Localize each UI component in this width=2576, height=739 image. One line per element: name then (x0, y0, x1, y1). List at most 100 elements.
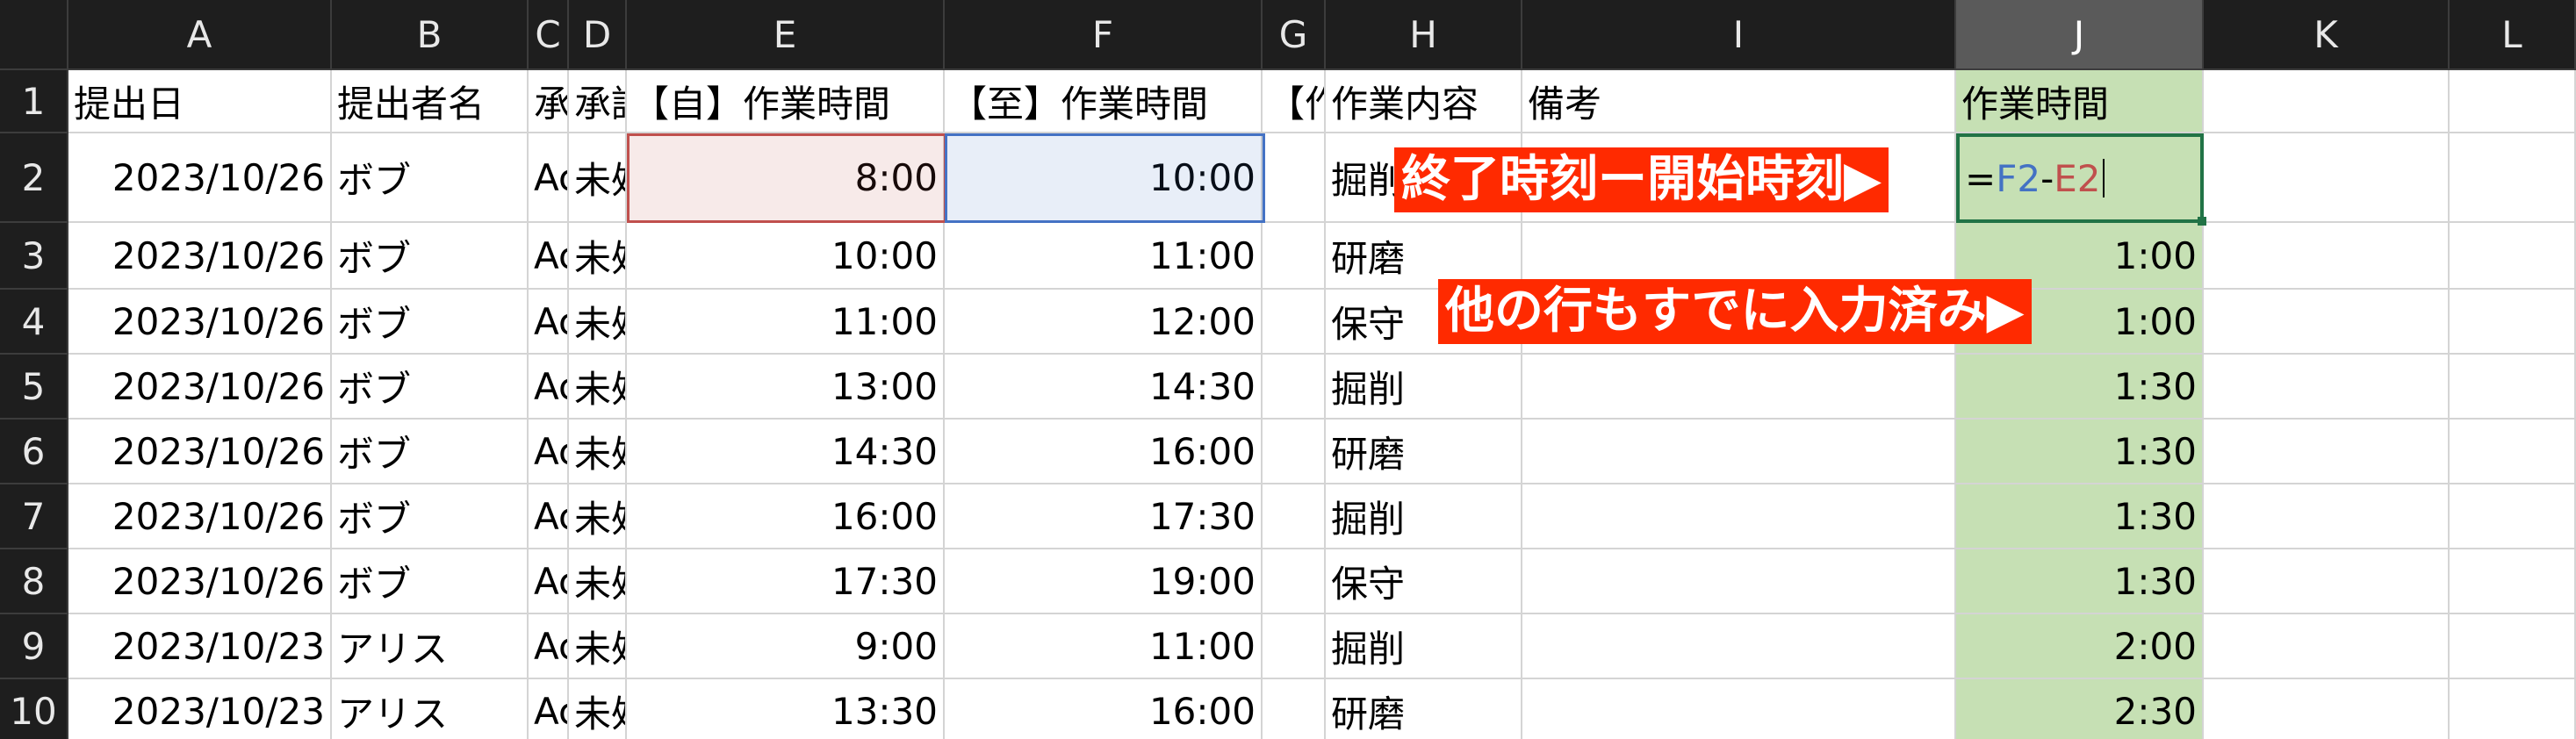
cell-e9[interactable]: 9:00 (627, 614, 945, 679)
cell-b1[interactable]: 提出者名 (332, 70, 529, 133)
select-all-corner[interactable] (0, 0, 68, 70)
cell-h8[interactable]: 保守 (1326, 549, 1522, 614)
cell-c5[interactable]: Ac (529, 355, 569, 420)
cell-f1[interactable]: 【至】作業時間 (945, 70, 1263, 133)
cell-g2[interactable] (1263, 133, 1326, 223)
row-header-9[interactable]: 9 (0, 614, 68, 679)
cell-k6[interactable] (2204, 420, 2450, 484)
cell-c1[interactable]: 承 (529, 70, 569, 133)
cell-e8[interactable]: 17:30 (627, 549, 945, 614)
cell-f6[interactable]: 16:00 (945, 420, 1263, 484)
cell-g5[interactable] (1263, 355, 1326, 420)
cell-f8[interactable]: 19:00 (945, 549, 1263, 614)
row-header-10[interactable]: 10 (0, 679, 68, 739)
column-header-l[interactable]: L (2450, 0, 2576, 70)
cell-f4[interactable]: 12:00 (945, 290, 1263, 355)
cell-b4[interactable]: ボブ (332, 290, 529, 355)
cell-a6[interactable]: 2023/10/26 (68, 420, 332, 484)
cell-i8[interactable] (1522, 549, 1956, 614)
cell-e1[interactable]: 【自】作業時間 (627, 70, 945, 133)
cell-k5[interactable] (2204, 355, 2450, 420)
column-header-g[interactable]: G (1263, 0, 1326, 70)
cell-g10[interactable] (1263, 679, 1326, 739)
column-header-c[interactable]: C (529, 0, 569, 70)
cell-c2[interactable]: Ac (529, 133, 569, 223)
cell-c10[interactable]: Ac (529, 679, 569, 739)
cell-a1[interactable]: 提出日 (68, 70, 332, 133)
row-header-5[interactable]: 5 (0, 355, 68, 420)
cell-l1[interactable] (2450, 70, 2576, 133)
cell-j10[interactable]: 2:30 (1956, 679, 2204, 739)
cell-g7[interactable] (1263, 484, 1326, 549)
cell-l8[interactable] (2450, 549, 2576, 614)
cell-g9[interactable] (1263, 614, 1326, 679)
cell-a2[interactable]: 2023/10/26 (68, 133, 332, 223)
cell-j5[interactable]: 1:30 (1956, 355, 2204, 420)
active-cell-J2[interactable]: = F2- E2 (1956, 133, 2204, 223)
cell-i10[interactable] (1522, 679, 1956, 739)
cell-i1[interactable]: 備考 (1522, 70, 1956, 133)
row-header-4[interactable]: 4 (0, 290, 68, 355)
column-header-j[interactable]: J (1956, 0, 2204, 70)
cell-f5[interactable]: 14:30 (945, 355, 1263, 420)
cell-i7[interactable] (1522, 484, 1956, 549)
cell-b10[interactable]: アリス (332, 679, 529, 739)
column-header-a[interactable]: A (68, 0, 332, 70)
cell-h5[interactable]: 掘削 (1326, 355, 1522, 420)
cell-a9[interactable]: 2023/10/23 (68, 614, 332, 679)
cell-g3[interactable] (1263, 223, 1326, 290)
cell-j9[interactable]: 2:00 (1956, 614, 2204, 679)
cell-l10[interactable] (2450, 679, 2576, 739)
cell-l4[interactable] (2450, 290, 2576, 355)
cell-b5[interactable]: ボブ (332, 355, 529, 420)
cell-e4[interactable]: 11:00 (627, 290, 945, 355)
cell-d4[interactable]: 未処 (569, 290, 627, 355)
cell-l7[interactable] (2450, 484, 2576, 549)
cell-a3[interactable]: 2023/10/26 (68, 223, 332, 290)
cell-d7[interactable]: 未処 (569, 484, 627, 549)
cell-j7[interactable]: 1:30 (1956, 484, 2204, 549)
cell-l6[interactable] (2450, 420, 2576, 484)
cell-d8[interactable]: 未処 (569, 549, 627, 614)
cell-l3[interactable] (2450, 223, 2576, 290)
cell-b7[interactable]: ボブ (332, 484, 529, 549)
cell-a8[interactable]: 2023/10/26 (68, 549, 332, 614)
row-header-3[interactable]: 3 (0, 223, 68, 290)
cell-b2[interactable]: ボブ (332, 133, 529, 223)
cell-c4[interactable]: Ac (529, 290, 569, 355)
cell-c3[interactable]: Ac (529, 223, 569, 290)
cell-e6[interactable]: 14:30 (627, 420, 945, 484)
row-header-7[interactable]: 7 (0, 484, 68, 549)
cell-l5[interactable] (2450, 355, 2576, 420)
cell-f9[interactable]: 11:00 (945, 614, 1263, 679)
cell-i9[interactable] (1522, 614, 1956, 679)
cell-e10[interactable]: 13:30 (627, 679, 945, 739)
cell-e7[interactable]: 16:00 (627, 484, 945, 549)
cell-f10[interactable]: 16:00 (945, 679, 1263, 739)
cell-k9[interactable] (2204, 614, 2450, 679)
cell-j6[interactable]: 1:30 (1956, 420, 2204, 484)
column-header-b[interactable]: B (332, 0, 529, 70)
cell-c8[interactable]: Ac (529, 549, 569, 614)
cell-g4[interactable] (1263, 290, 1326, 355)
fill-handle[interactable] (2198, 217, 2206, 226)
column-header-d[interactable]: D (569, 0, 627, 70)
row-header-8[interactable]: 8 (0, 549, 68, 614)
cell-k2[interactable] (2204, 133, 2450, 223)
cell-f3[interactable]: 11:00 (945, 223, 1263, 290)
cell-g1[interactable]: 【作 (1263, 70, 1326, 133)
cell-a10[interactable]: 2023/10/23 (68, 679, 332, 739)
column-header-k[interactable]: K (2204, 0, 2450, 70)
cell-h1[interactable]: 作業内容 (1326, 70, 1522, 133)
row-header-2[interactable]: 2 (0, 133, 68, 223)
cell-k8[interactable] (2204, 549, 2450, 614)
cell-i6[interactable] (1522, 420, 1956, 484)
cell-j8[interactable]: 1:30 (1956, 549, 2204, 614)
cell-h10[interactable]: 研磨 (1326, 679, 1522, 739)
cell-k1[interactable] (2204, 70, 2450, 133)
cell-d3[interactable]: 未処 (569, 223, 627, 290)
cell-b8[interactable]: ボブ (332, 549, 529, 614)
cell-k4[interactable] (2204, 290, 2450, 355)
cell-l2[interactable] (2450, 133, 2576, 223)
cell-i5[interactable] (1522, 355, 1956, 420)
